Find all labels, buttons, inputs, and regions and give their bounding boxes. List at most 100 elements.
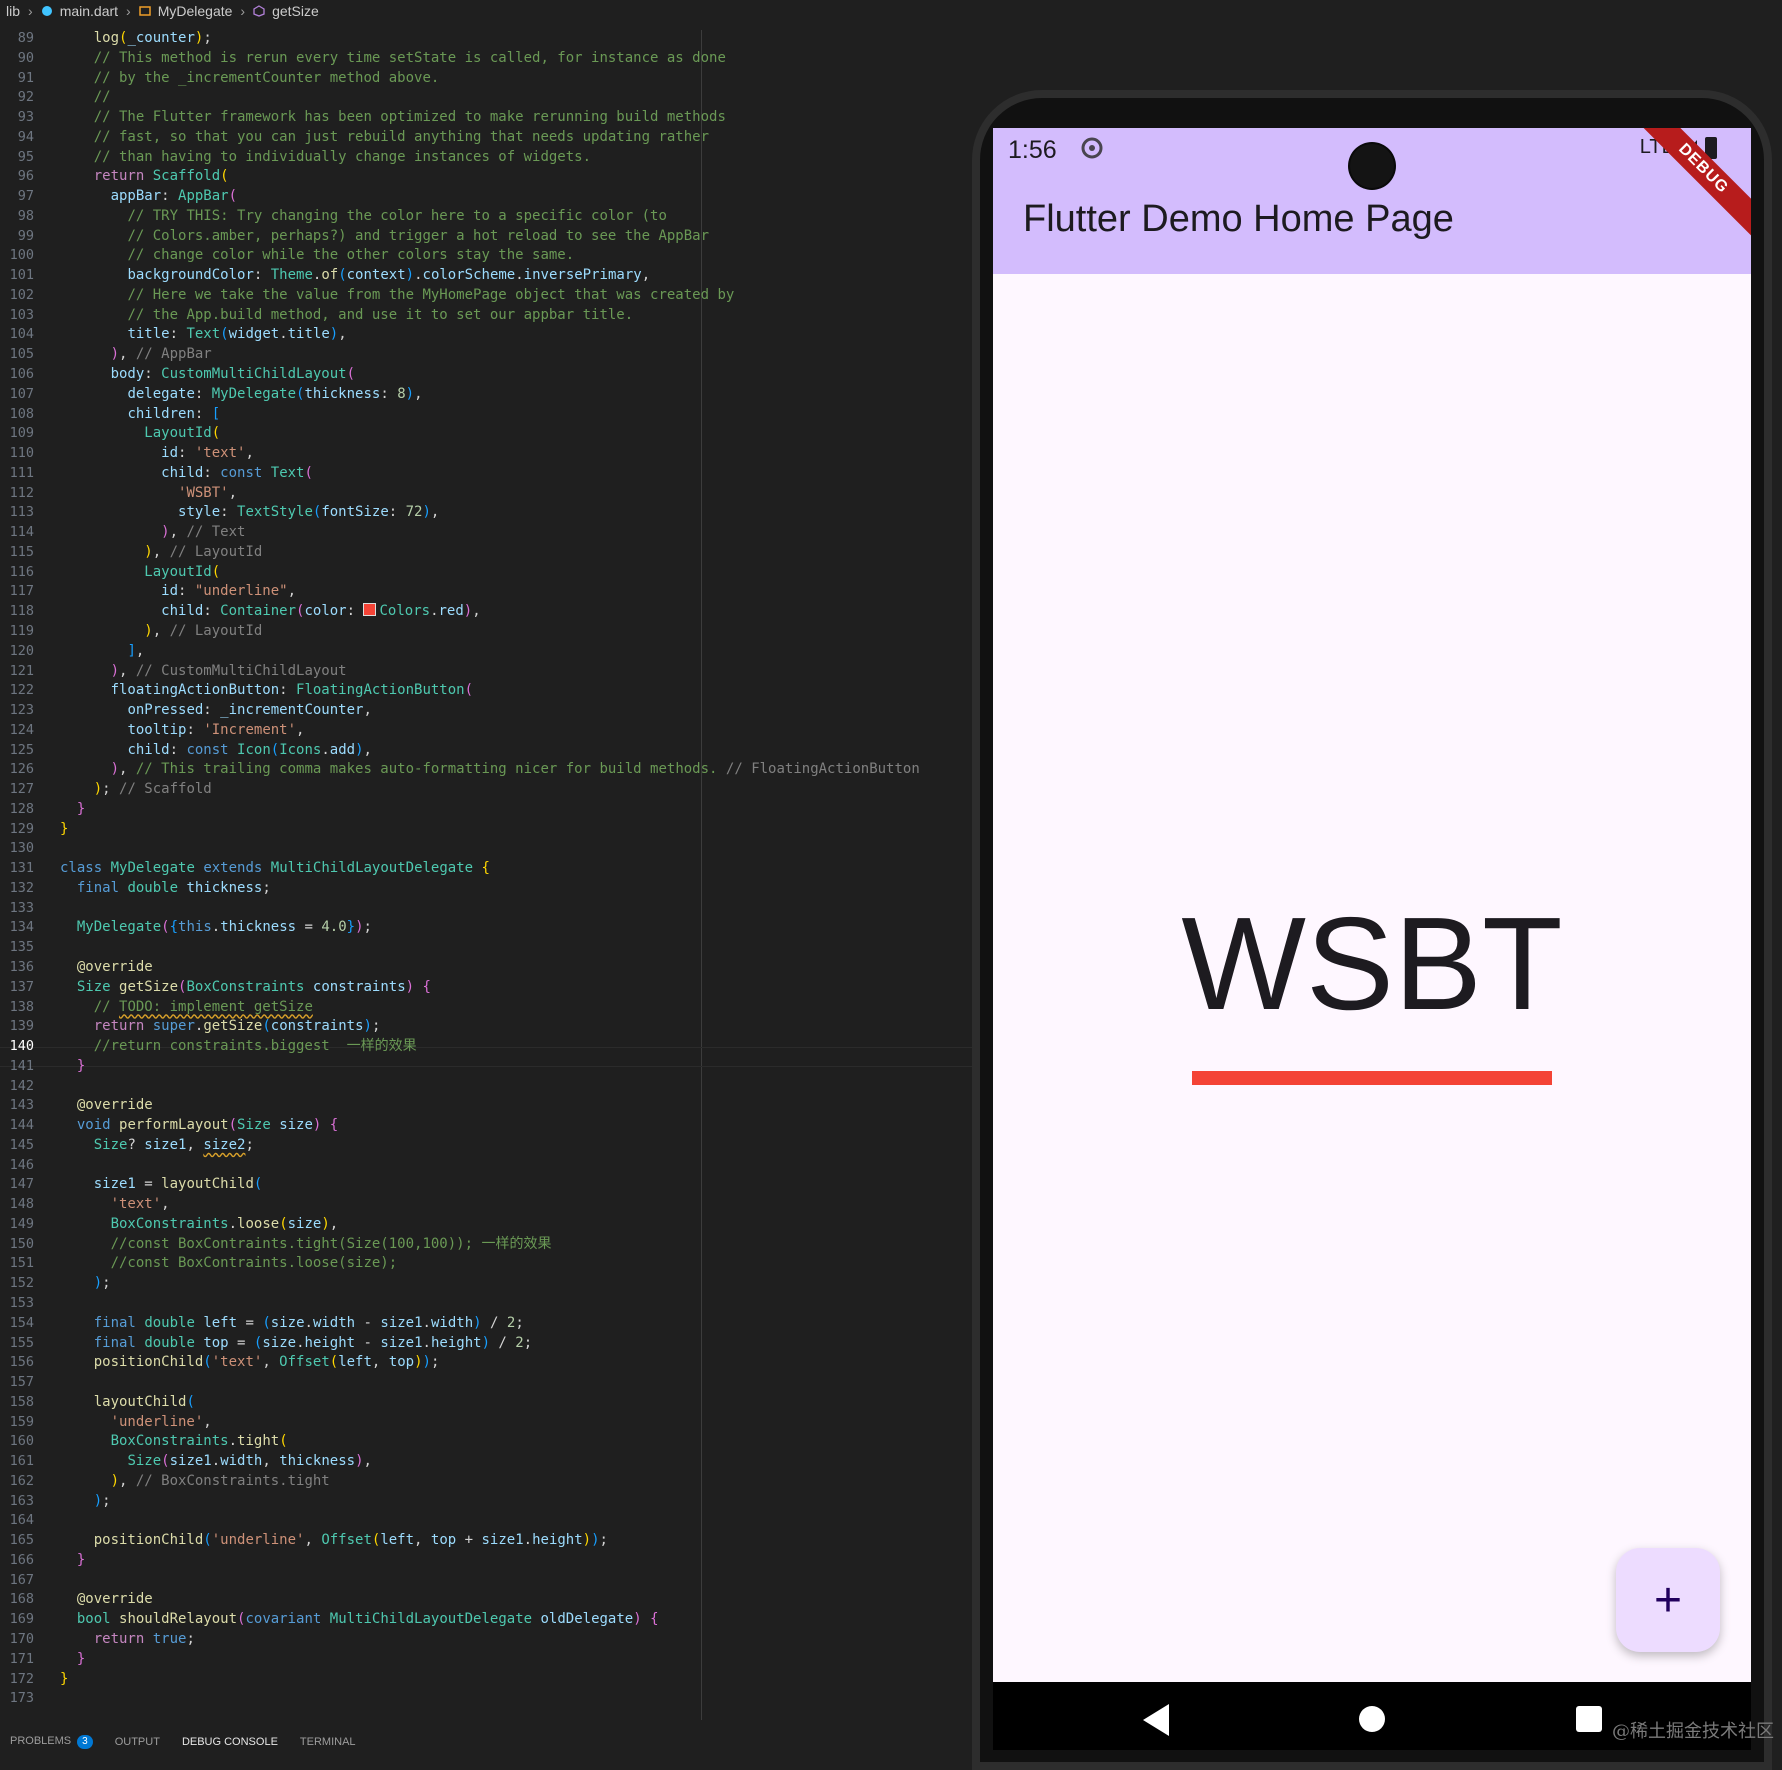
code-line: 105 ), // AppBar	[9, 346, 212, 363]
code-line: 166 }	[9, 1551, 86, 1568]
code-line: 170 return true;	[9, 1631, 195, 1648]
code-line: 106 body: CustomMultiChildLayout(	[9, 366, 356, 383]
code-line: 99 // Colors.amber, perhaps?) and trigge…	[17, 227, 710, 244]
emulator-screen[interactable]: 1:56 LTE DEBUG Flutter Demo Home Page WS…	[993, 128, 1751, 1682]
tab-debug-console[interactable]: DEBUG CONSOLE	[182, 1736, 278, 1748]
code-line: 93 // The Flutter framework has been opt…	[17, 109, 726, 126]
code-line: 138 // TODO: implement getSize	[9, 998, 313, 1015]
code-line: 151 //const BoxContraints.loose(size);	[9, 1255, 398, 1272]
code-line: 133	[9, 899, 34, 916]
breadcrumb-file[interactable]: main.dart	[60, 3, 118, 19]
code-line: 94 // fast, so that you can just rebuild…	[17, 128, 710, 145]
underline-bar	[1192, 1071, 1552, 1085]
code-line: 121 ), // CustomMultiChildLayout	[9, 662, 347, 679]
code-line: 164	[9, 1512, 34, 1529]
code-line: 172}	[9, 1670, 69, 1687]
code-line: 100 // change color while the other colo…	[9, 247, 575, 264]
code-line: 162 ), // BoxConstraints.tight	[9, 1472, 330, 1489]
code-line: 127 ); // Scaffold	[9, 781, 212, 798]
wsbt-text: WSBT	[1181, 890, 1563, 1037]
code-line: 98 // TRY THIS: Try changing the color h…	[17, 207, 667, 224]
code-line: 104 title: Text(widget.title),	[9, 326, 347, 343]
code-line: 139 return super.getSize(constraints);	[9, 1018, 381, 1035]
code-line: 144 void performLayout(Size size) {	[9, 1117, 339, 1134]
code-line: 149 BoxConstraints.loose(size),	[9, 1215, 339, 1232]
code-line: 136 @override	[9, 958, 153, 975]
code-line: 95 // than having to individually change…	[17, 148, 592, 165]
code-line: 103 // the App.build method, and use it …	[9, 306, 634, 323]
code-line: 159 'underline',	[9, 1413, 212, 1430]
code-line: 147 size1 = layoutChild(	[9, 1176, 263, 1193]
app-bar: 1:56 LTE DEBUG Flutter Demo Home Page	[993, 128, 1751, 274]
code-line: 90 // This method is rerun every time se…	[17, 49, 726, 66]
front-camera	[1350, 144, 1394, 188]
code-line: 155 final double top = (size.height - si…	[9, 1334, 533, 1351]
code-line: 165 positionChild('underline', Offset(le…	[9, 1532, 608, 1549]
code-line: 92 //	[17, 89, 111, 106]
code-editor[interactable]: 89 log(_counter); 90 // This method is r…	[0, 29, 975, 1734]
code-line: 89 log(_counter);	[17, 30, 212, 46]
code-line: 102 // Here we take the value from the M…	[9, 286, 735, 303]
code-line: 97 appBar: AppBar(	[17, 188, 238, 205]
home-icon[interactable]	[1359, 1706, 1385, 1732]
problems-count-badge: 3	[77, 1735, 93, 1749]
breadcrumb: lib › main.dart › MyDelegate › getSize	[0, 0, 975, 22]
code-line: 107 delegate: MyDelegate(thickness: 8),	[9, 385, 423, 402]
breadcrumb-class[interactable]: MyDelegate	[158, 3, 233, 19]
code-line: 114 ), // Text	[9, 524, 246, 541]
code-line: 160 BoxConstraints.tight(	[9, 1433, 288, 1450]
code-line: 168 @override	[9, 1591, 153, 1608]
code-line: 120 ],	[9, 642, 145, 659]
add-icon: +	[1653, 1573, 1683, 1627]
code-line: 108 children: [	[9, 405, 221, 422]
chevron-right-icon: ›	[28, 3, 33, 19]
code-line: 122 floatingActionButton: FloatingAction…	[9, 682, 474, 699]
code-line: 112 'WSBT',	[9, 484, 238, 501]
code-line: 124 tooltip: 'Increment',	[9, 721, 305, 738]
watermark: @稀土掘金技术社区	[1612, 1721, 1774, 1742]
code-line: 157	[9, 1374, 34, 1391]
app-bar-title: Flutter Demo Home Page	[1023, 198, 1454, 240]
back-icon[interactable]	[1143, 1704, 1169, 1736]
code-line: 158 layoutChild(	[9, 1393, 195, 1410]
status-time: 1:56	[1008, 136, 1057, 164]
code-line: 125 child: const Icon(Icons.add),	[9, 741, 372, 758]
code-line: 113 style: TextStyle(fontSize: 72),	[9, 504, 440, 521]
code-line: 129}	[9, 820, 69, 837]
breadcrumb-method[interactable]: getSize	[272, 3, 319, 19]
code-line: 131 class MyDelegate extends MultiChildLa…	[9, 860, 490, 877]
code-line: 167	[9, 1571, 34, 1588]
code-line: 109 LayoutId(	[9, 425, 221, 442]
code-line: 126 ), // This trailing comma makes auto…	[9, 761, 920, 778]
code-line: 96 return Scaffold(	[17, 168, 229, 185]
code-line: 145 Size? size1, size2;	[9, 1136, 254, 1153]
code-line: 140 //return constraints.biggest 一样的效果	[9, 1038, 417, 1055]
code-line: 169 bool shouldRelayout(covariant MultiC…	[9, 1611, 659, 1628]
code-line: 173	[9, 1690, 34, 1707]
code-line: 148 'text',	[9, 1196, 170, 1213]
class-icon	[138, 6, 151, 16]
code-line: 134 MyDelegate({this.thickness = 4.0});	[9, 919, 372, 936]
panel-tabs: PROBLEMS 3 OUTPUT DEBUG CONSOLE TERMINAL	[0, 1734, 975, 1750]
recents-icon[interactable]	[1576, 1706, 1602, 1732]
code-line: 118 child: Container(color: Colors.red),	[9, 603, 481, 620]
code-line: 116 LayoutId(	[9, 563, 221, 580]
code-line: 119 ), // LayoutId	[9, 622, 263, 639]
code-line: 143 @override	[9, 1097, 153, 1114]
breadcrumb-lib[interactable]: lib	[6, 3, 20, 19]
code-line: 111 child: const Text(	[9, 464, 313, 481]
increment-fab[interactable]: +	[1616, 1548, 1720, 1652]
tab-problems[interactable]: PROBLEMS 3	[10, 1735, 93, 1749]
code-line: 130	[9, 840, 34, 857]
code-line: 163 );	[9, 1492, 111, 1509]
color-swatch[interactable]	[363, 603, 377, 617]
method-icon	[253, 5, 265, 17]
code-line: 150 //const BoxContraints.tight(Size(100…	[9, 1235, 552, 1252]
tab-terminal[interactable]: TERMINAL	[300, 1736, 356, 1748]
code-line: 156 positionChild('text', Offset(left, t…	[9, 1354, 440, 1371]
code-line: 171 }	[9, 1650, 86, 1667]
code-line: 110 id: 'text',	[9, 445, 254, 462]
code-line: 128 }	[9, 800, 86, 817]
code-line: 117 id: "underline",	[9, 583, 297, 600]
tab-output[interactable]: OUTPUT	[115, 1736, 160, 1748]
